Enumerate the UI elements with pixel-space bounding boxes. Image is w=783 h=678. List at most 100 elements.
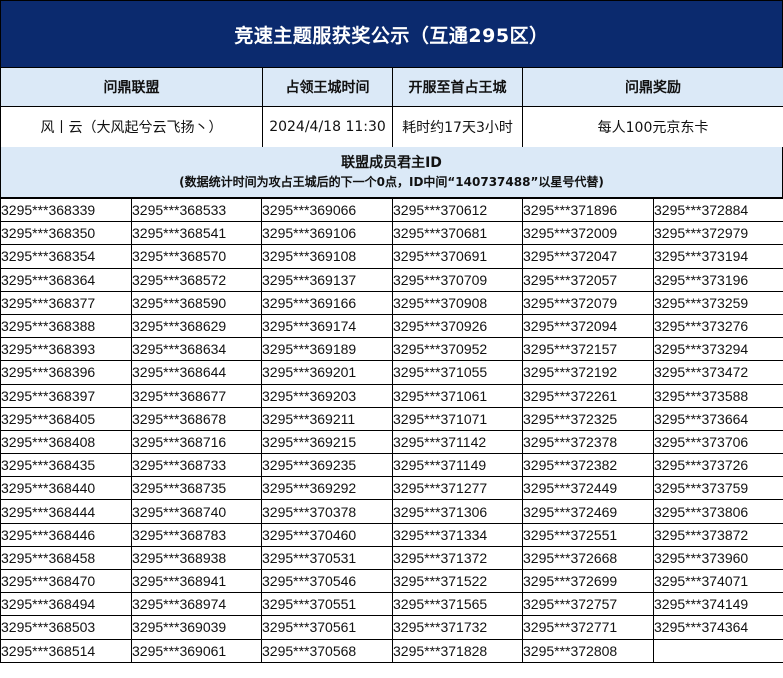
- header-capture-time: 占领王城时间: [262, 67, 393, 107]
- member-id-cell: 3295***372668: [522, 545, 654, 571]
- member-id-cell: 3295***374149: [653, 592, 783, 617]
- member-id-cell: 3295***368397: [0, 383, 132, 408]
- member-id-cell: 3295***372378: [522, 429, 654, 455]
- member-id-cell: 3295***373259: [653, 290, 783, 315]
- member-id-cell: 3295***369066: [261, 197, 393, 223]
- member-id-cell: 3295***368974: [131, 592, 262, 617]
- table-row: 3295***368388 3295***368629 3295***369174 3…: [0, 313, 783, 339]
- member-id-cell: 3295***372325: [522, 406, 654, 431]
- member-id-cell: 3295***368514: [0, 638, 132, 663]
- member-id-cell: 3295***369215: [261, 429, 393, 455]
- member-id-cell: 3295***369203: [261, 383, 393, 408]
- member-id-cell: 3295***373706: [653, 429, 783, 455]
- header-row-table: 问鼎联盟 占领王城时间 开服至首占王城 问鼎奖励: [0, 67, 783, 107]
- header-reward: 问鼎奖励: [522, 67, 783, 107]
- member-id-cell: 3295***370908: [392, 290, 523, 315]
- table-row: 3295***368458 3295***368938 3295***370531 3…: [0, 545, 783, 571]
- member-id-cell: 3295***370460: [261, 522, 393, 547]
- table-row: 3295***368514 3295***369061 3295***370568 3…: [0, 638, 783, 663]
- table-row: 3295***368435 3295***368733 3295***369235 3…: [0, 453, 783, 478]
- member-id-cell: 3295***368405: [0, 406, 132, 431]
- member-id-cell: 3295***373196: [653, 267, 783, 292]
- member-id-cell: 3295***368634: [131, 337, 262, 362]
- member-id-cell: 3295***368644: [131, 360, 262, 385]
- member-ids-section-header: 联盟成员君主ID (数据统计时间为攻占王城后的下一个0点，ID中间“140737…: [0, 147, 783, 198]
- member-id-cell: 3295***370926: [392, 313, 523, 339]
- table-row: 3295***368444 3295***368740 3295***370378 3…: [0, 499, 783, 524]
- member-id-cell: 3295***368783: [131, 522, 262, 547]
- member-id-cell: 3295***368458: [0, 545, 132, 571]
- member-id-cell: 3295***370531: [261, 545, 393, 571]
- member-id-cell: 3295***368629: [131, 313, 262, 339]
- table-row: 3295***368354 3295***368570 3295***369108 3…: [0, 244, 783, 269]
- member-id-cell: 3295***372757: [522, 592, 654, 617]
- member-id-cell: 3295***370378: [261, 499, 393, 524]
- member-id-cell: 3295***368377: [0, 290, 132, 315]
- member-id-cell: 3295***368677: [131, 383, 262, 408]
- member-id-cell: 3295***372551: [522, 522, 654, 547]
- member-id-cell: 3295***372449: [522, 476, 654, 501]
- member-id-cell: 3295***368446: [0, 522, 132, 547]
- member-id-cell: 3295***373588: [653, 383, 783, 408]
- table-row: 3295***368393 3295***368634 3295***369189 3…: [0, 337, 783, 362]
- member-id-cell: 3295***369292: [261, 476, 393, 501]
- member-id-cell: 3295***369211: [261, 406, 393, 431]
- member-id-cell: 3295***368503: [0, 615, 132, 640]
- member-id-cell: 3295***370561: [261, 615, 393, 640]
- member-id-cell: 3295***372192: [522, 360, 654, 385]
- member-id-cell: 3295***368393: [0, 337, 132, 362]
- member-id-cell: 3295***369189: [261, 337, 393, 362]
- member-id-cell: 3295***374071: [653, 568, 783, 594]
- member-id-cell: 3295***368740: [131, 499, 262, 524]
- member-id-cell: 3295***371372: [392, 545, 523, 571]
- member-id-cell: 3295***372808: [522, 638, 654, 663]
- member-id-cell: 3295***373759: [653, 476, 783, 501]
- table-row: 3295***368397 3295***368677 3295***369203 3…: [0, 383, 783, 408]
- member-id-cell: 3295***373960: [653, 545, 783, 571]
- member-id-cell: 3295***372079: [522, 290, 654, 315]
- member-id-cell: 3295***368494: [0, 592, 132, 617]
- member-id-cell: 3295***371896: [522, 197, 654, 223]
- member-id-cell: 3295***368570: [131, 244, 262, 269]
- table-row: 3295***368494 3295***368974 3295***370551 3…: [0, 592, 783, 617]
- member-id-cell: 3295***369108: [261, 244, 393, 269]
- member-id-cell: 3295***371277: [392, 476, 523, 501]
- table-row: 3295***368350 3295***368541 3295***369106 3…: [0, 221, 783, 246]
- member-id-cell: 3295***372382: [522, 453, 654, 478]
- member-id-cell: 3295***373276: [653, 313, 783, 339]
- member-id-cell: 3295***372979: [653, 221, 783, 246]
- member-id-cell: 3295***372057: [522, 267, 654, 292]
- member-id-cell: 3295***368735: [131, 476, 262, 501]
- member-id-cell: 3295***371828: [392, 638, 523, 663]
- member-id-cell: [653, 638, 783, 663]
- member-id-cell: 3295***368938: [131, 545, 262, 571]
- award-announcement-sheet: 竞速主题服获奖公示（互通295区） 问鼎联盟 占领王城时间 开服至首占王城 问鼎…: [0, 0, 783, 678]
- capture-time: 2024/4/18 11:30: [262, 106, 393, 148]
- table-row: 3295***368408 3295***368716 3295***369215 3…: [0, 429, 783, 455]
- reward-value: 每人100元京东卡: [522, 106, 783, 148]
- table-row: 3295***368405 3295***368678 3295***369211 3…: [0, 406, 783, 431]
- member-id-cell: 3295***373194: [653, 244, 783, 269]
- table-row: 3295***368503 3295***369039 3295***370561 3…: [0, 615, 783, 640]
- page-title: 竞速主题服获奖公示（互通295区）: [0, 0, 783, 68]
- table-row: 3295***368377 3295***368590 3295***369166 3…: [0, 290, 783, 315]
- member-id-cell: 3295***373664: [653, 406, 783, 431]
- member-id-cell: 3295***372157: [522, 337, 654, 362]
- member-id-cell: 3295***369166: [261, 290, 393, 315]
- member-id-cell: 3295***372699: [522, 568, 654, 594]
- member-id-cell: 3295***371142: [392, 429, 523, 455]
- member-id-cell: 3295***370546: [261, 568, 393, 594]
- member-id-cell: 3295***368533: [131, 197, 262, 223]
- member-id-cell: 3295***369235: [261, 453, 393, 478]
- member-id-cell: 3295***373294: [653, 337, 783, 362]
- table-row: 3295***368396 3295***368644 3295***369201 3…: [0, 360, 783, 385]
- member-id-cell: 3295***372009: [522, 221, 654, 246]
- member-ids-table: 3295***368339 3295***368533 3295***369066 3…: [0, 197, 783, 663]
- member-id-cell: 3295***373472: [653, 360, 783, 385]
- member-id-cell: 3295***372047: [522, 244, 654, 269]
- member-id-cell: 3295***371306: [392, 499, 523, 524]
- section-title: 联盟成员君主ID: [341, 155, 442, 171]
- member-id-cell: 3295***372884: [653, 197, 783, 223]
- header-duration: 开服至首占王城: [392, 67, 523, 107]
- member-id-cell: 3295***368733: [131, 453, 262, 478]
